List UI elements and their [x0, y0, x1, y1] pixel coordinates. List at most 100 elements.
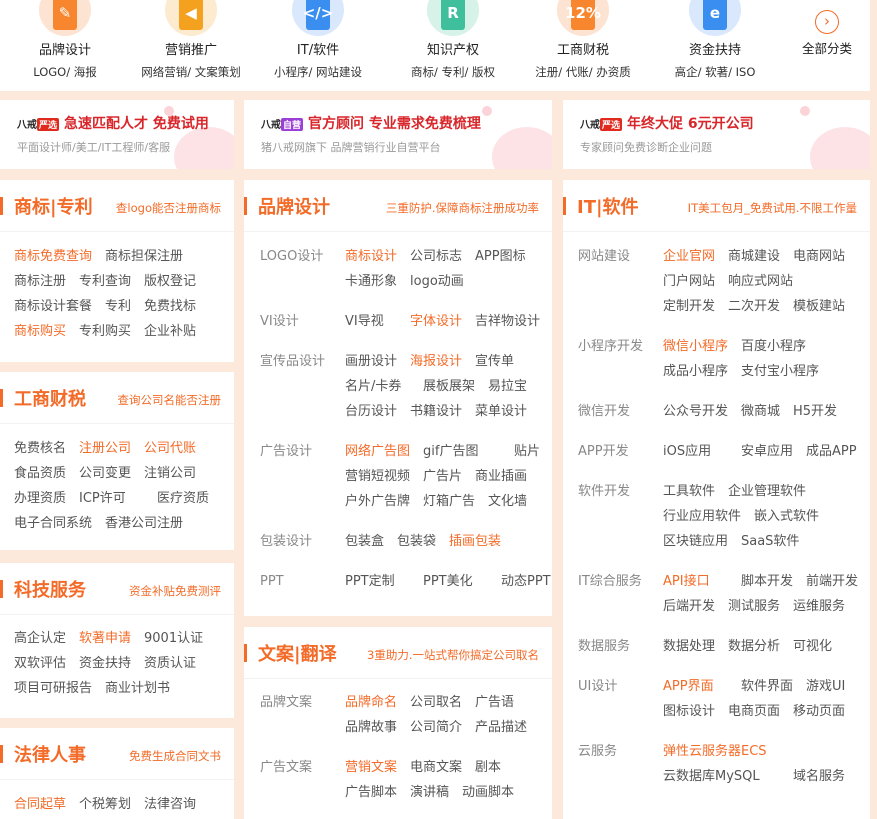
service-link[interactable]: 电商网站 [793, 249, 845, 265]
service-link[interactable]: 广告片 [423, 469, 462, 485]
service-link[interactable]: 台历设计 [345, 404, 397, 420]
service-link[interactable]: 展板展架 [423, 379, 475, 395]
service-link[interactable]: 工具软件 [663, 484, 715, 500]
service-link[interactable]: 菜单设计 [475, 404, 527, 420]
service-link[interactable]: 专利查询 [79, 274, 131, 290]
panel-promo-link[interactable]: 免费生成合同文书 [129, 748, 221, 764]
service-link[interactable]: 文化墙 [488, 494, 527, 510]
service-link[interactable]: 食品资质 [14, 466, 66, 482]
service-link[interactable]: 域名服务 [793, 769, 845, 785]
service-link[interactable]: 二次开发 [728, 299, 780, 315]
service-link[interactable]: 广告语 [475, 695, 514, 711]
service-link[interactable]: 9001认证 [144, 631, 203, 647]
service-link[interactable]: 企业补贴 [144, 324, 196, 340]
service-link[interactable]: 动画脚本 [462, 785, 514, 801]
service-link[interactable]: 动态PPT [501, 574, 551, 590]
service-link[interactable]: ICP许可 [79, 491, 126, 507]
panel-title[interactable]: 商标|专利 [14, 193, 93, 219]
service-link[interactable]: 成品APP [806, 444, 857, 460]
service-link[interactable]: 成品小程序 [663, 364, 728, 380]
service-link[interactable]: 项目可研报告 [14, 681, 92, 697]
service-link[interactable]: APP图标 [475, 249, 526, 265]
service-link[interactable]: APP界面 [663, 679, 714, 695]
category-3[interactable]: </> IT/软件 小程序/ 网站建设 [253, 0, 383, 80]
service-link[interactable]: 微信小程序 [663, 339, 728, 355]
service-link[interactable]: 微商城 [741, 404, 780, 420]
service-link[interactable]: 专利 [105, 299, 131, 315]
service-link[interactable]: 公司简介 [410, 720, 462, 736]
service-link[interactable]: 移动页面 [793, 704, 845, 720]
service-link[interactable]: 灯箱广告 [423, 494, 475, 510]
service-link[interactable]: 定制开发 [663, 299, 715, 315]
service-link[interactable]: 百度小程序 [741, 339, 806, 355]
service-link[interactable]: 营销文案 [345, 760, 397, 776]
panel-title[interactable]: 科技服务 [14, 576, 86, 602]
service-link[interactable]: 企业官网 [663, 249, 715, 265]
service-link[interactable]: 医疗资质 [157, 491, 209, 507]
service-link[interactable]: logo动画 [410, 274, 464, 290]
service-link[interactable]: 品牌故事 [345, 720, 397, 736]
service-link[interactable]: 办理资质 [14, 491, 66, 507]
service-link[interactable]: 后端开发 [663, 599, 715, 615]
promo-banner-3[interactable]: 八戒 严选 年终大促 6元开公司 专家顾问免费诊断企业问题 [563, 100, 870, 169]
service-link[interactable]: 弹性云服务器ECS [663, 744, 767, 760]
service-link[interactable]: API接口 [663, 574, 710, 590]
service-link[interactable]: 个税筹划 [79, 797, 131, 813]
service-link[interactable]: 支付宝小程序 [741, 364, 819, 380]
service-link[interactable]: 贴片 [514, 444, 540, 460]
service-link[interactable]: 安卓应用 [741, 444, 793, 460]
panel-promo-link[interactable]: 资金补贴免费测评 [129, 583, 221, 599]
service-link[interactable]: 商城建设 [728, 249, 780, 265]
service-link[interactable]: 画册设计 [345, 354, 397, 370]
service-link[interactable]: 数据处理 [663, 639, 715, 655]
service-link[interactable]: 注册公司 [79, 441, 131, 457]
service-link[interactable]: 公司标志 [410, 249, 462, 265]
service-link[interactable]: 网络广告图 [345, 444, 410, 460]
category-4[interactable]: R 知识产权 商标/ 专利/ 版权 [388, 0, 518, 80]
service-link[interactable]: 电子合同系统 [14, 516, 92, 532]
service-link[interactable]: 模板建站 [793, 299, 845, 315]
service-link[interactable]: 测试服务 [728, 599, 780, 615]
service-link[interactable]: 法律咨询 [144, 797, 196, 813]
service-link[interactable]: 免费找标 [144, 299, 196, 315]
service-link[interactable]: 商标注册 [14, 274, 66, 290]
service-link[interactable]: PPT定制 [345, 574, 395, 590]
promo-banner-2[interactable]: 八戒 自营 官方顾问 专业需求免费梳理 猪八戒网旗下 品牌营销行业自营平台 [244, 100, 552, 169]
service-link[interactable]: 商标设计 [345, 249, 397, 265]
service-link[interactable]: 软著申请 [79, 631, 131, 647]
service-link[interactable]: 字体设计 [410, 314, 462, 330]
service-link[interactable]: gif广告图 [423, 444, 478, 460]
service-link[interactable]: 商业插画 [475, 469, 527, 485]
category-5[interactable]: 12% 工商财税 注册/ 代账/ 办资质 [518, 0, 648, 80]
service-link[interactable]: 可视化 [793, 639, 832, 655]
service-link[interactable]: 区块链应用 [663, 534, 728, 550]
service-link[interactable]: 演讲稿 [410, 785, 449, 801]
service-link[interactable]: 商标免费查询 [14, 249, 92, 265]
service-link[interactable]: 软件界面 [741, 679, 793, 695]
service-link[interactable]: 前端开发 [806, 574, 858, 590]
service-link[interactable]: 户外广告牌 [345, 494, 410, 510]
service-link[interactable]: 公众号开发 [663, 404, 728, 420]
service-link[interactable]: H5开发 [793, 404, 837, 420]
service-link[interactable]: 包装袋 [397, 534, 436, 550]
service-link[interactable]: 营销短视频 [345, 469, 410, 485]
service-link[interactable]: 公司变更 [79, 466, 131, 482]
service-link[interactable]: 易拉宝 [488, 379, 527, 395]
service-link[interactable]: 吉祥物设计 [475, 314, 540, 330]
panel-title[interactable]: 文案|翻译 [258, 640, 337, 666]
service-link[interactable]: 图标设计 [663, 704, 715, 720]
promo-banner-1[interactable]: 八戒 严选 急速匹配人才 免费试用 平面设计师/美工/IT工程师/客服 [0, 100, 234, 169]
service-link[interactable]: SaaS软件 [741, 534, 799, 550]
service-link[interactable]: 云数据库MySQL [663, 769, 760, 785]
service-link[interactable]: 响应式网站 [728, 274, 793, 290]
service-link[interactable]: 商标担保注册 [105, 249, 183, 265]
panel-title[interactable]: 工商财税 [14, 385, 86, 411]
service-link[interactable]: 商标购买 [14, 324, 66, 340]
panel-promo-link[interactable]: 查logo能否注册商标 [116, 200, 221, 216]
service-link[interactable]: 行业应用软件 [663, 509, 741, 525]
service-link[interactable]: 广告脚本 [345, 785, 397, 801]
service-link[interactable]: 注销公司 [144, 466, 196, 482]
service-link[interactable]: 脚本开发 [741, 574, 793, 590]
service-link[interactable]: 版权登记 [144, 274, 196, 290]
service-link[interactable]: 商标设计套餐 [14, 299, 92, 315]
